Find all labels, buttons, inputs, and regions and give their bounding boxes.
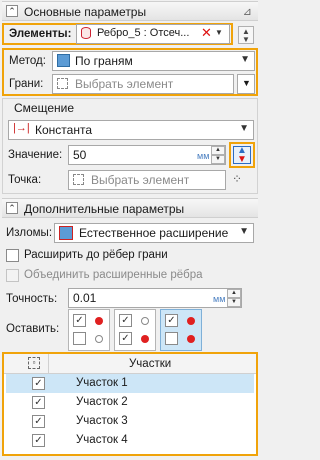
offset-type-value: Константа: [35, 123, 92, 137]
method-value: По граням: [75, 54, 133, 68]
keep-option-1[interactable]: ✓: [68, 309, 110, 351]
chevron-down-icon[interactable]: ▼: [239, 226, 249, 237]
constant-offset-icon: |→|: [13, 122, 30, 134]
main-params-title: Основные параметры: [24, 5, 147, 19]
row-label: Участок 2: [76, 396, 128, 408]
point-label: Точка:: [8, 174, 42, 186]
faces-placeholder: Выбрать элемент: [75, 77, 174, 91]
extra-params-header[interactable]: ⌃ Дополнительные параметры: [2, 198, 258, 218]
keep-1-bottom-checkbox[interactable]: [73, 332, 86, 345]
row-checkbox[interactable]: ✓: [32, 434, 45, 447]
method-select[interactable]: По граням ▼: [52, 51, 255, 71]
faces-method-icon: [57, 54, 70, 67]
pin-icon[interactable]: ⊿: [243, 5, 252, 18]
row-label: Участок 3: [76, 415, 128, 427]
keep-2-bottom-checkbox[interactable]: ✓: [119, 332, 132, 345]
value-unit: мм: [197, 151, 210, 161]
select-all-icon[interactable]: ▫: [28, 357, 40, 369]
column-divider: [48, 354, 49, 374]
chevron-down-icon[interactable]: ▼: [215, 28, 223, 37]
table-row[interactable]: ✓ Участок 2: [6, 393, 254, 412]
keep-1-top-marker: [95, 317, 103, 325]
keep-2-bottom-marker: [141, 335, 149, 343]
faces-dropdown-button[interactable]: ▼: [237, 74, 255, 94]
table-row[interactable]: ✓ Участок 4: [6, 431, 254, 450]
extra-params-title: Дополнительные параметры: [24, 202, 185, 216]
keep-label: Оставить:: [6, 323, 60, 335]
spin-down-icon[interactable]: ▼: [227, 298, 241, 307]
row-checkbox[interactable]: ✓: [32, 415, 45, 428]
method-faces-group: Метод: По граням ▼ Грани: Выбрать элемен…: [2, 48, 258, 96]
spin-down-icon[interactable]: ▼: [211, 155, 225, 164]
keep-3-top-checkbox[interactable]: ✓: [165, 314, 178, 327]
row-checkbox[interactable]: ✓: [32, 377, 45, 390]
value-input[interactable]: 50 мм ▲ ▼: [68, 145, 226, 165]
collapse-chevron-icon[interactable]: ⌃: [6, 5, 18, 17]
spin-up-icon[interactable]: ▲: [227, 289, 241, 298]
direction-highlight: ▲ ▼: [229, 142, 255, 168]
method-label: Метод:: [9, 55, 46, 67]
chevron-down-icon[interactable]: ▼: [239, 123, 249, 134]
table-row[interactable]: ✓ Участок 1: [6, 374, 254, 393]
keep-1-top-checkbox[interactable]: ✓: [73, 314, 86, 327]
remove-icon[interactable]: ✕: [201, 25, 212, 41]
natural-extension-icon: [59, 226, 73, 240]
offset-title: Смещение: [14, 101, 75, 115]
arrow-down-icon: ▼: [237, 154, 247, 165]
keep-2-top-marker: [141, 317, 149, 325]
value-label: Значение:: [8, 149, 63, 161]
table-header: ▫ Участки: [4, 354, 256, 374]
extend-label: Расширить до рёбер грани: [24, 249, 168, 261]
elements-field[interactable]: Ребро_5 : Отсеч... ✕ ▼: [76, 24, 230, 44]
keep-option-2[interactable]: ✓ ✓: [114, 309, 156, 351]
breaks-label: Изломы:: [6, 227, 53, 239]
accuracy-label: Точность:: [6, 293, 58, 305]
extend-checkbox[interactable]: [6, 249, 19, 262]
elements-row: Элементы: Ребро_5 : Отсеч... ✕ ▼: [2, 23, 233, 45]
reorder-button[interactable]: ▲ ▼: [238, 26, 254, 44]
value-text: 50: [73, 148, 87, 162]
reorder-down-icon: ▼: [242, 35, 250, 44]
breaks-value: Естественное расширение: [79, 226, 229, 240]
breaks-select[interactable]: Естественное расширение ▼: [54, 223, 254, 243]
column-header: Участки: [129, 358, 172, 370]
select-element-icon: [57, 78, 68, 89]
row-label: Участок 1: [76, 377, 128, 389]
merge-label: Объединить расширенные рёбра: [24, 269, 203, 281]
offset-type-select[interactable]: |→| Константа ▼: [8, 120, 254, 140]
accuracy-input[interactable]: 0.01 мм ▲ ▼: [68, 288, 242, 308]
collapse-chevron-icon[interactable]: ⌃: [6, 202, 18, 214]
elements-label: Элементы:: [9, 28, 72, 40]
keep-2-top-checkbox[interactable]: ✓: [119, 314, 132, 327]
faces-field[interactable]: Выбрать элемент: [52, 74, 234, 94]
select-element-icon: [73, 174, 84, 185]
keep-1-bottom-marker: [95, 335, 103, 343]
accuracy-unit: мм: [213, 294, 226, 304]
point-options-icon[interactable]: ⁘: [232, 172, 242, 186]
elements-value: Ребро_5 : Отсеч...: [97, 27, 190, 39]
reverse-direction-button[interactable]: ▲ ▼: [233, 145, 251, 165]
keep-3-bottom-checkbox[interactable]: [165, 332, 178, 345]
accuracy-value: 0.01: [73, 291, 97, 305]
merge-checkbox[interactable]: [6, 269, 19, 282]
keep-3-bottom-marker: [187, 335, 195, 343]
row-checkbox[interactable]: ✓: [32, 396, 45, 409]
chevron-down-icon: ▼: [242, 78, 251, 88]
keep-3-top-marker: [187, 317, 195, 325]
table-row[interactable]: ✓ Участок 3: [6, 412, 254, 431]
keep-option-3[interactable]: ✓: [160, 309, 202, 351]
point-field[interactable]: Выбрать элемент: [68, 170, 226, 190]
edge-icon: [81, 27, 91, 39]
main-params-header[interactable]: ⌃ Основные параметры ⊿: [2, 1, 258, 21]
row-label: Участок 4: [76, 434, 128, 446]
point-placeholder: Выбрать элемент: [91, 173, 190, 187]
faces-label: Грани:: [9, 78, 44, 90]
chevron-down-icon[interactable]: ▼: [240, 54, 250, 65]
spin-up-icon[interactable]: ▲: [211, 146, 225, 155]
